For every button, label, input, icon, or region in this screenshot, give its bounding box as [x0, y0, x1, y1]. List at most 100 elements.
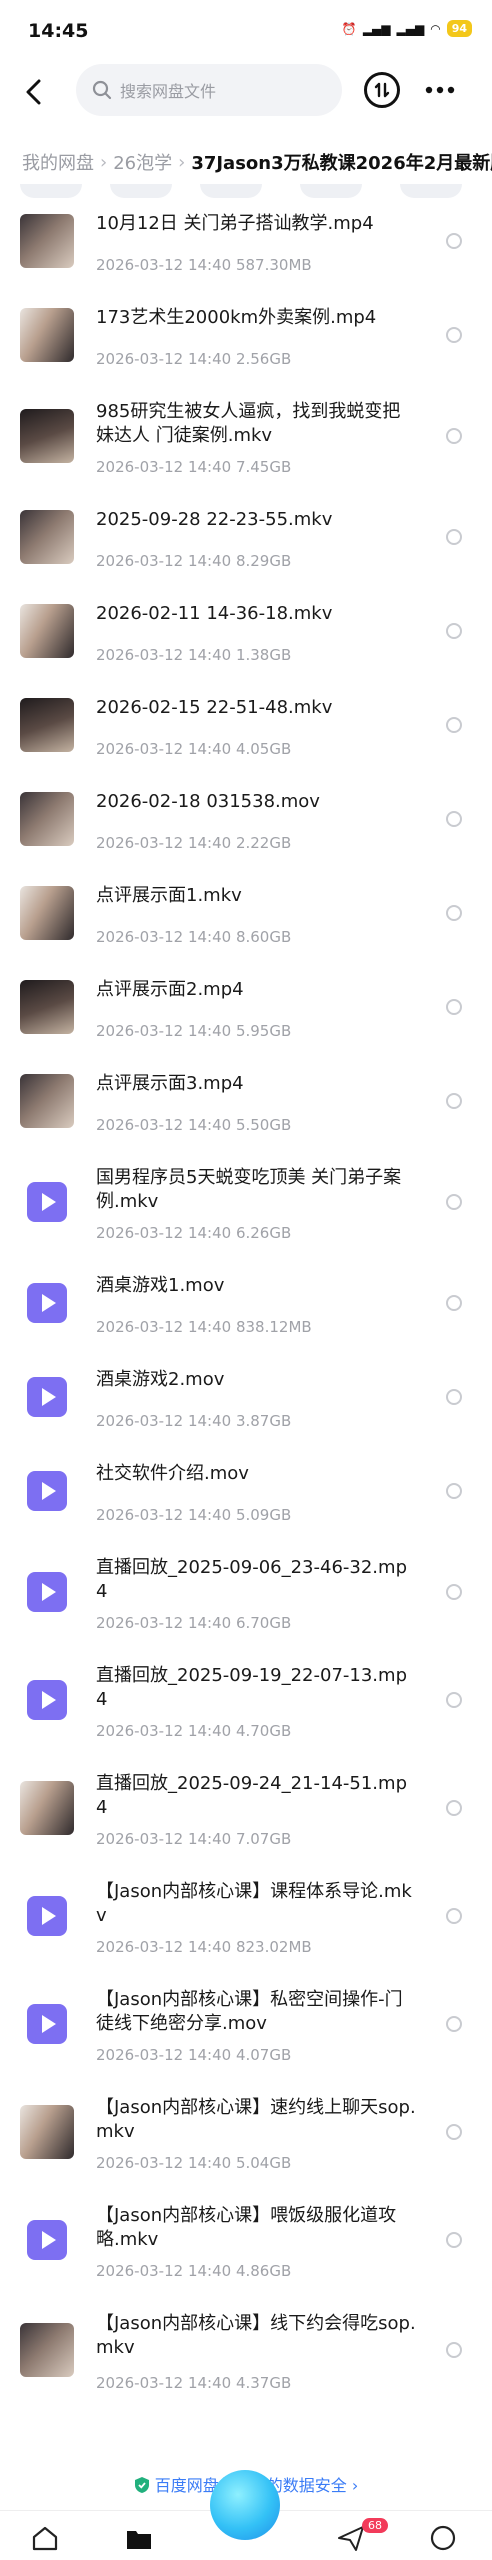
play-icon [27, 1182, 67, 1222]
file-name: 直播回放_2025-09-24_21-14-51.mp4 [96, 1773, 407, 1818]
file-name: 173艺术生2000km外卖案例.mp4 [96, 307, 377, 328]
select-checkbox[interactable] [446, 905, 462, 921]
select-checkbox[interactable] [446, 2124, 462, 2140]
shield-icon [134, 2477, 149, 2493]
file-row[interactable]: 2026-02-18 031538.mov 2026-03-12 14:40 2.… [0, 778, 492, 872]
file-date: 2026-03-12 14:40 [96, 2374, 232, 2392]
play-icon [27, 2004, 67, 2044]
video-file-icon [20, 1276, 74, 1330]
nav-profile[interactable] [428, 2523, 458, 2553]
file-meta: 2026-03-12 14:40 7.45GB [96, 458, 291, 476]
video-thumbnail [20, 214, 74, 268]
video-file-icon [20, 2213, 74, 2267]
select-checkbox[interactable] [446, 2232, 462, 2248]
select-checkbox[interactable] [446, 1389, 462, 1405]
select-checkbox[interactable] [446, 2342, 462, 2358]
select-checkbox[interactable] [446, 1194, 462, 1210]
file-row[interactable]: 【Jason内部核心课】课程体系导论.mkv 2026-03-12 14:40 8… [0, 1868, 492, 1976]
file-row[interactable]: 点评展示面1.mkv 2026-03-12 14:40 8.60GB [0, 872, 492, 966]
top-bar: 搜索网盘文件 [0, 60, 492, 124]
file-size: 5.50GB [235, 1116, 292, 1134]
file-name: 【Jason内部核心课】速约线上聊天sop.mkv [96, 2097, 416, 2142]
video-thumbnail [20, 510, 74, 564]
breadcrumb-current: 37Jason3万私教课2026年2月最新版 [191, 153, 492, 174]
file-date: 2026-03-12 14:40 [96, 2262, 232, 2280]
file-row[interactable]: 直播回放_2025-09-06_23-46-32.mp4 2026-03-12 1… [0, 1544, 492, 1652]
select-checkbox[interactable] [446, 529, 462, 545]
file-row[interactable]: 【Jason内部核心课】喂饭级服化道攻略.mkv 2026-03-12 14:40… [0, 2192, 492, 2300]
select-checkbox[interactable] [446, 1584, 462, 1600]
select-checkbox[interactable] [446, 811, 462, 827]
file-meta: 2026-03-12 14:40 8.60GB [96, 928, 291, 946]
file-row[interactable]: 【Jason内部核心课】线下约会得吃sop.mkv 2026-03-12 14:4… [0, 2300, 492, 2412]
nav-home[interactable] [30, 2523, 60, 2553]
back-button[interactable] [16, 74, 52, 110]
file-name: 直播回放_2025-09-06_23-46-32.mp4 [96, 1557, 407, 1602]
file-row[interactable]: 点评展示面3.mp4 2026-03-12 14:40 5.50GB [0, 1060, 492, 1154]
more-button[interactable] [420, 72, 460, 108]
select-checkbox[interactable] [446, 1692, 462, 1708]
file-row[interactable]: 2026-02-15 22-51-48.mkv 2026-03-12 14:40 … [0, 684, 492, 778]
file-size: 2.22GB [235, 834, 292, 852]
file-row[interactable]: 173艺术生2000km外卖案例.mp4 2026-03-12 14:40 2.5… [0, 294, 492, 388]
video-thumbnail [20, 604, 74, 658]
search-icon [92, 80, 112, 100]
file-row[interactable]: 直播回放_2025-09-24_21-14-51.mp4 2026-03-12 1… [0, 1760, 492, 1868]
filter-chips-partial [0, 184, 492, 198]
file-row[interactable]: 10月12日 关门弟子搭讪教学.mp4 2026-03-12 14:40 587.… [0, 200, 492, 294]
file-row[interactable]: 社交软件介绍.mov 2026-03-12 14:40 5.09GB [0, 1450, 492, 1544]
select-checkbox[interactable] [446, 428, 462, 444]
video-file-icon [20, 1997, 74, 2051]
file-date: 2026-03-12 14:40 [96, 928, 232, 946]
file-row[interactable]: 酒桌游戏1.mov 2026-03-12 14:40 838.12MB [0, 1262, 492, 1356]
select-checkbox[interactable] [446, 623, 462, 639]
file-size: 823.02MB [235, 1938, 312, 1956]
assistant-fab[interactable] [210, 2470, 280, 2540]
breadcrumb-item-root[interactable]: 我的网盘 [22, 149, 94, 175]
file-name: 直播回放_2025-09-19_22-07-13.mp4 [96, 1665, 407, 1710]
file-date: 2026-03-12 14:40 [96, 1506, 232, 1524]
file-row[interactable]: 点评展示面2.mp4 2026-03-12 14:40 5.95GB [0, 966, 492, 1060]
video-file-icon [20, 1673, 74, 1727]
select-checkbox[interactable] [446, 2016, 462, 2032]
file-size: 6.70GB [235, 1614, 292, 1632]
file-list: 10月12日 关门弟子搭讪教学.mp4 2026-03-12 14:40 587.… [0, 200, 492, 2412]
file-meta: 2026-03-12 14:40 2.56GB [96, 350, 291, 368]
breadcrumb-separator: › [178, 151, 186, 173]
file-name: 酒桌游戏2.mov [96, 1369, 225, 1390]
file-meta: 2026-03-12 14:40 6.26GB [96, 1224, 291, 1242]
select-checkbox[interactable] [446, 999, 462, 1015]
file-name: 点评展示面2.mp4 [96, 979, 244, 1000]
file-date: 2026-03-12 14:40 [96, 552, 232, 570]
select-checkbox[interactable] [446, 327, 462, 343]
file-date: 2026-03-12 14:40 [96, 1412, 232, 1430]
select-checkbox[interactable] [446, 1093, 462, 1109]
select-checkbox[interactable] [446, 1800, 462, 1816]
file-row[interactable]: 国男程序员5天蜕变吃顶美 关门弟子案例.mkv 2026-03-12 14:40 … [0, 1154, 492, 1262]
select-checkbox[interactable] [446, 1295, 462, 1311]
file-date: 2026-03-12 14:40 [96, 2046, 232, 2064]
select-checkbox[interactable] [446, 1483, 462, 1499]
file-name: 点评展示面3.mp4 [96, 1073, 244, 1094]
file-row[interactable]: 酒桌游戏2.mov 2026-03-12 14:40 3.87GB [0, 1356, 492, 1450]
home-icon [32, 2526, 58, 2551]
sort-button[interactable] [364, 72, 400, 108]
file-row[interactable]: 【Jason内部核心课】速约线上聊天sop.mkv 2026-03-12 14:4… [0, 2084, 492, 2192]
breadcrumb-item-parent[interactable]: 26泡学 [113, 149, 172, 175]
file-date: 2026-03-12 14:40 [96, 1318, 232, 1336]
file-row[interactable]: 【Jason内部核心课】私密空间操作-门徒线下绝密分享.mov 2026-03-1… [0, 1976, 492, 2084]
select-checkbox[interactable] [446, 717, 462, 733]
select-checkbox[interactable] [446, 1908, 462, 1924]
file-size: 8.60GB [235, 928, 292, 946]
nav-files[interactable] [124, 2523, 154, 2553]
file-size: 3.87GB [235, 1412, 292, 1430]
file-meta: 2026-03-12 14:40 7.07GB [96, 1830, 291, 1848]
file-name: 社交软件介绍.mov [96, 1463, 249, 1484]
select-checkbox[interactable] [446, 233, 462, 249]
file-row[interactable]: 直播回放_2025-09-19_22-07-13.mp4 2026-03-12 1… [0, 1652, 492, 1760]
search-input[interactable]: 搜索网盘文件 [76, 64, 342, 116]
file-row[interactable]: 985研究生被女人逼疯，找到我蜕变把妹达人 门徒案例.mkv 2026-03-12… [0, 388, 492, 496]
file-row[interactable]: 2025-09-28 22-23-55.mkv 2026-03-12 14:40 … [0, 496, 492, 590]
video-thumbnail [20, 1781, 74, 1835]
file-row[interactable]: 2026-02-11 14-36-18.mkv 2026-03-12 14:40 … [0, 590, 492, 684]
